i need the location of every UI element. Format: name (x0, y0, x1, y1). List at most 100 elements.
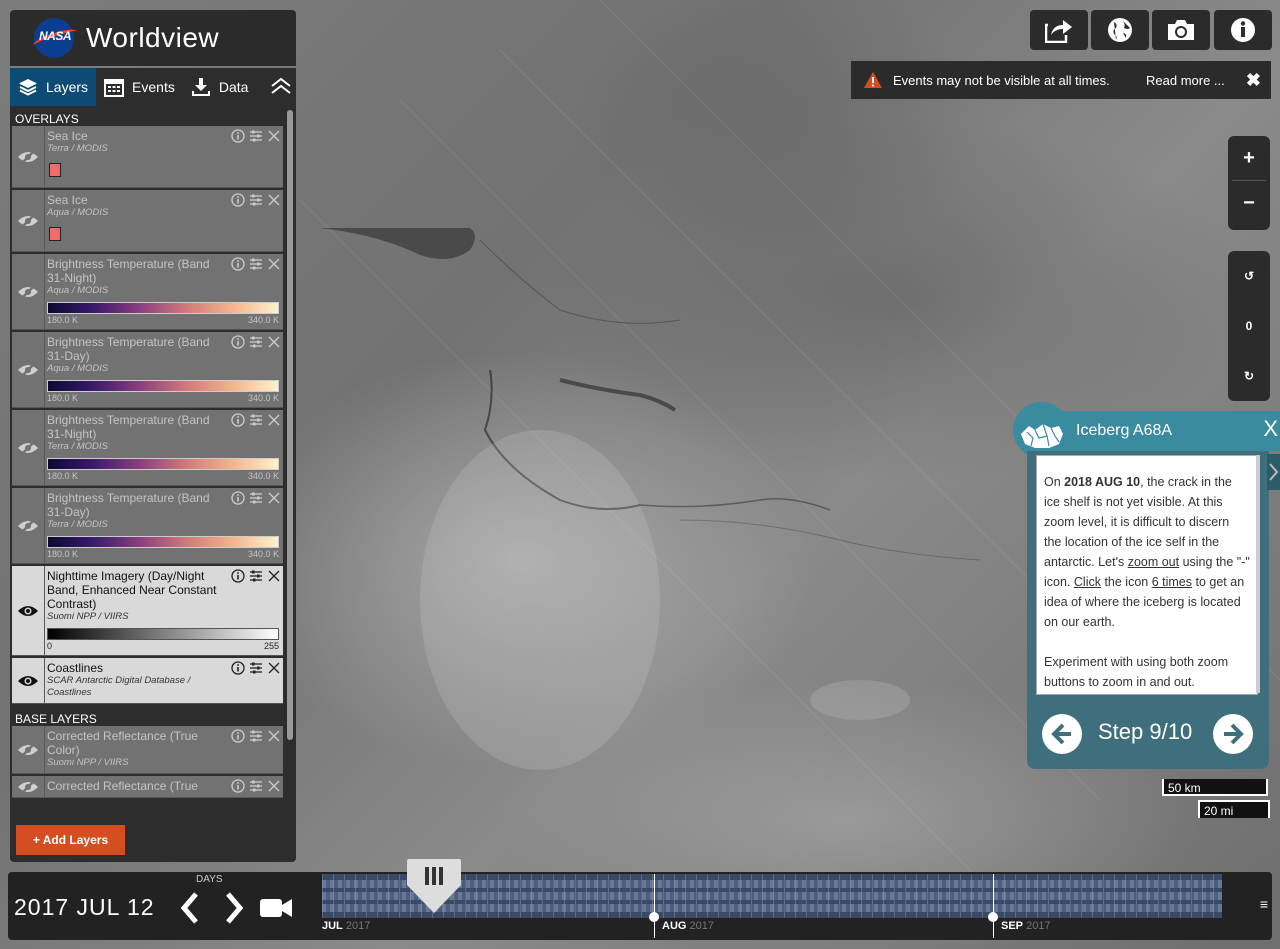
zoom-out-link[interactable]: zoom out (1128, 555, 1179, 569)
layer-source: Terra / MODIS (47, 441, 108, 452)
layer-item[interactable]: Coastlines SCAR Antarctic Digital Databas… (12, 658, 283, 704)
video-camera-icon[interactable] (258, 894, 294, 922)
prev-day-button[interactable] (176, 890, 206, 926)
share-button[interactable] (1030, 10, 1088, 50)
rotate-right-button[interactable]: ↻ (1228, 351, 1270, 401)
next-day-button[interactable] (218, 890, 248, 926)
events-notice: Events may not be visible at all times. … (851, 61, 1271, 99)
tour-close-icon[interactable]: X (1263, 416, 1278, 442)
layer-item[interactable]: Brightness Temperature (Band 31-Day) Terr… (12, 488, 283, 564)
layer-options-icon[interactable] (249, 335, 263, 349)
layer-item[interactable]: Nighttime Imagery (Day/Night Band, Enhan… (12, 566, 283, 656)
collapse-chevron-icon[interactable] (270, 77, 292, 95)
visibility-toggle[interactable] (12, 332, 45, 407)
layer-options-icon[interactable] (249, 569, 263, 583)
layer-remove-icon[interactable] (267, 129, 281, 143)
tour-scrollbar[interactable] (1256, 455, 1260, 693)
tour-header: Iceberg A68A X (1013, 402, 1280, 458)
tab-events[interactable]: Events (96, 68, 183, 106)
visibility-toggle[interactable] (12, 566, 45, 655)
tour-content[interactable]: On 2018 AUG 10, the crack in the ice she… (1036, 455, 1258, 695)
timeline-menu-icon[interactable]: ≡ (1260, 896, 1268, 912)
layer-item[interactable]: Corrected Reflectance (True Color) Suomi … (12, 726, 283, 774)
layer-options-icon[interactable] (249, 257, 263, 271)
tour-panel: Iceberg A68A X On 2018 AUG 10, the crack… (1013, 402, 1280, 769)
click-link[interactable]: Click (1074, 575, 1101, 589)
legend-colorbar (47, 628, 279, 640)
notice-read-more-link[interactable]: Read more ... (1146, 73, 1225, 88)
layer-info-icon[interactable] (231, 335, 245, 349)
layer-remove-icon[interactable] (267, 491, 281, 505)
notice-text: Events may not be visible at all times. (893, 72, 1110, 88)
layer-info-icon[interactable] (231, 661, 245, 675)
notice-close-icon[interactable]: ✖ (1246, 70, 1261, 91)
visibility-toggle[interactable] (12, 488, 45, 563)
month-tick (993, 874, 994, 938)
layer-info-icon[interactable] (231, 257, 245, 271)
tab-data[interactable]: Data (183, 68, 257, 106)
layer-info-icon[interactable] (231, 193, 245, 207)
layer-options-icon[interactable] (249, 779, 263, 793)
layer-options-icon[interactable] (249, 661, 263, 675)
layer-remove-icon[interactable] (267, 661, 281, 675)
timeline-drag-handle[interactable] (405, 857, 463, 915)
layer-info-icon[interactable] (231, 729, 245, 743)
legend-max: 340.0 K (247, 471, 279, 481)
layer-info-icon[interactable] (231, 569, 245, 583)
month-label: SEP 2017 (1001, 920, 1051, 932)
tour-prev-button[interactable] (1042, 714, 1082, 754)
visibility-toggle[interactable] (12, 190, 45, 251)
visibility-toggle[interactable] (12, 126, 45, 187)
tour-next-button[interactable] (1213, 714, 1253, 754)
layer-info-icon[interactable] (231, 413, 245, 427)
calendar-icon (104, 79, 125, 97)
layer-item[interactable]: Brightness Temperature (Band 31-Night) Te… (12, 410, 283, 486)
layer-remove-icon[interactable] (267, 569, 281, 583)
layer-name: Corrected Reflectance (True Color) (47, 729, 198, 757)
layer-options-icon[interactable] (249, 129, 263, 143)
layer-item[interactable]: Brightness Temperature (Band 31-Night) Aq… (12, 254, 283, 330)
layer-remove-icon[interactable] (267, 779, 281, 793)
current-date[interactable]: 2017 JUL 12 (14, 894, 155, 921)
tab-layers[interactable]: Layers (10, 68, 97, 106)
add-layers-button[interactable]: + Add Layers (16, 825, 125, 855)
layer-options-icon[interactable] (249, 729, 263, 743)
interval-label[interactable]: DAYS (196, 874, 223, 885)
layer-options-icon[interactable] (249, 413, 263, 427)
layer-list-scrollbar[interactable] (287, 110, 293, 740)
rotation-reset-button[interactable]: 0 (1228, 301, 1270, 351)
layer-remove-icon[interactable] (267, 193, 281, 207)
visibility-toggle[interactable] (12, 726, 45, 773)
tour-side-tab[interactable] (1267, 454, 1280, 490)
overlays-header: OVERLAYS (15, 112, 79, 126)
layer-item[interactable]: Sea Ice Terra / MODIS (12, 126, 283, 188)
six-times-link[interactable]: 6 times (1152, 575, 1192, 589)
layer-info-icon[interactable] (231, 129, 245, 143)
layer-remove-icon[interactable] (267, 729, 281, 743)
layer-info-icon[interactable] (231, 491, 245, 505)
layer-options-icon[interactable] (249, 491, 263, 505)
layer-info-icon[interactable] (231, 779, 245, 793)
zoom-in-button[interactable]: + (1228, 136, 1270, 180)
zoom-out-button[interactable]: − (1228, 181, 1270, 225)
layer-remove-icon[interactable] (267, 335, 281, 349)
layer-options-icon[interactable] (249, 193, 263, 207)
layer-list[interactable]: OVERLAYS Sea Ice Terra / MODIS Sea Ice Aqua… (10, 108, 286, 811)
nasa-logo[interactable]: NASA (30, 16, 80, 60)
visibility-toggle[interactable] (12, 254, 45, 329)
legend-range: 180.0 K 340.0 K (47, 315, 279, 325)
rotate-left-button[interactable]: ↺ (1228, 251, 1270, 301)
visibility-toggle[interactable] (12, 776, 45, 797)
layer-remove-icon[interactable] (267, 257, 281, 271)
visibility-toggle[interactable] (12, 658, 45, 703)
layer-item[interactable]: Sea Ice Aqua / MODIS (12, 190, 283, 252)
layer-source: Aqua / MODIS (47, 285, 109, 296)
snapshot-button[interactable] (1152, 10, 1210, 50)
layer-remove-icon[interactable] (267, 413, 281, 427)
layer-item[interactable]: Brightness Temperature (Band 31-Day) Aqua… (12, 332, 283, 408)
info-button[interactable] (1214, 10, 1272, 50)
layer-item[interactable]: Corrected Reflectance (True (12, 776, 283, 798)
date-selector[interactable]: 2017 JUL 12 (8, 872, 168, 940)
visibility-toggle[interactable] (12, 410, 45, 485)
projection-button[interactable] (1091, 10, 1149, 50)
